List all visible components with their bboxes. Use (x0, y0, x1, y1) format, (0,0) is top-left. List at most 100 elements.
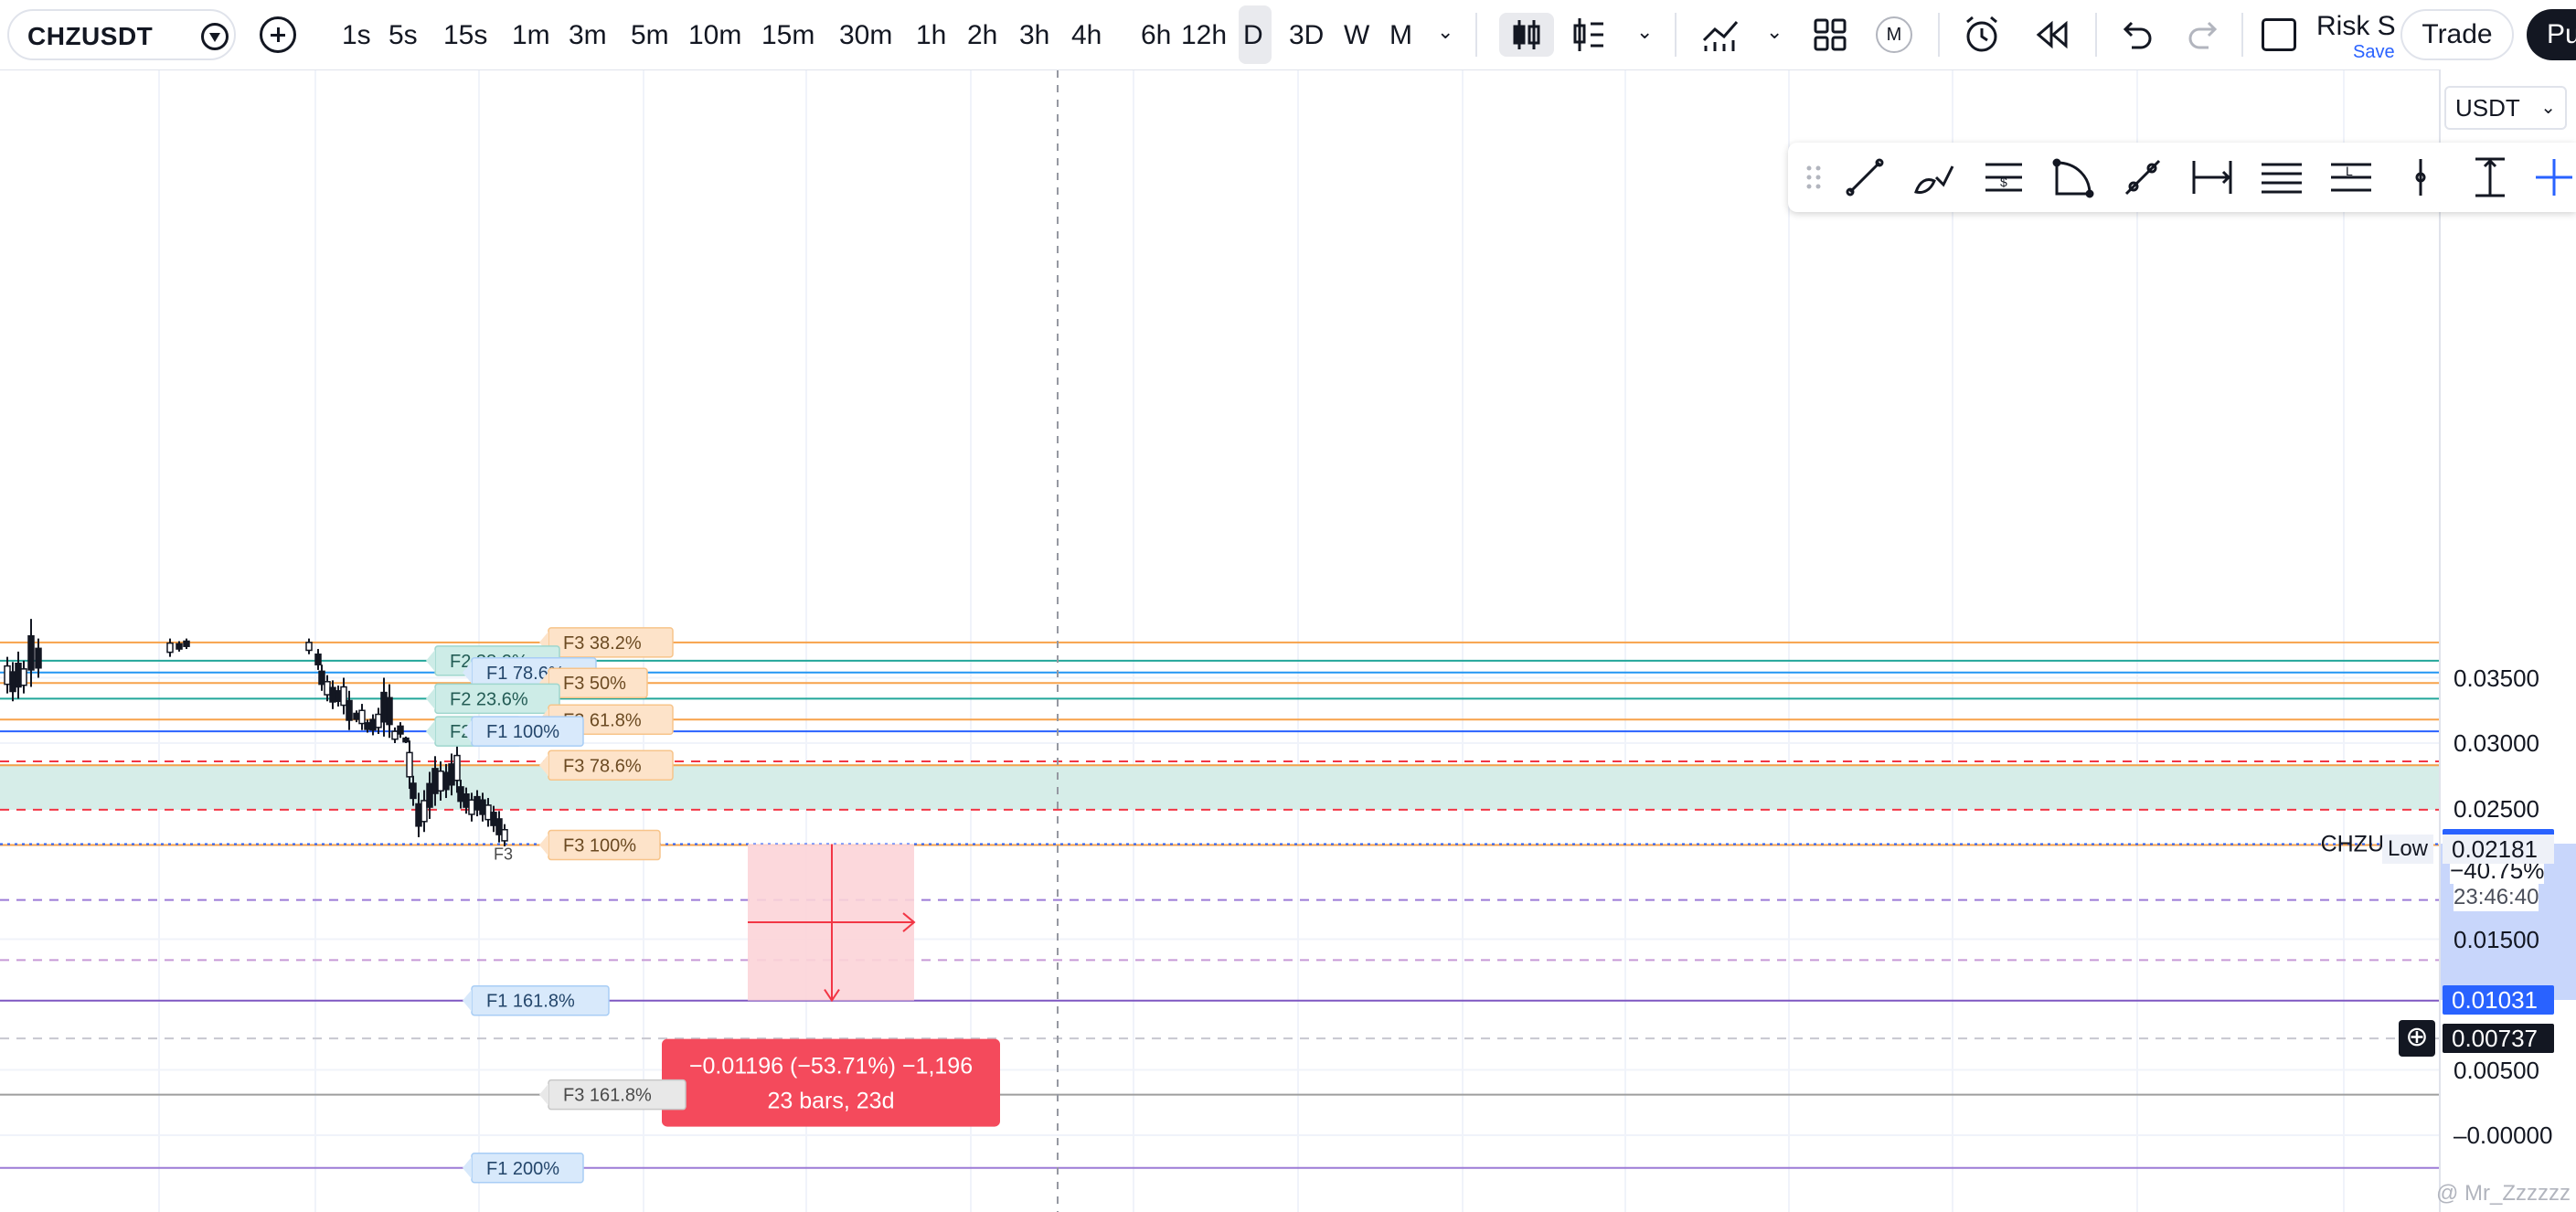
candle-body (340, 686, 347, 707)
fib-label-pointer (539, 834, 548, 856)
candle-body (20, 668, 27, 686)
measure-change-text: −0.01196 (−53.71%) −1,196 (689, 1054, 973, 1079)
candle-body (166, 642, 174, 654)
fib-label-text: F3 78.6% (563, 756, 642, 776)
candle-body (391, 730, 399, 740)
fib-label-text: F1 100% (486, 722, 559, 742)
save-link[interactable]: Save (2353, 42, 2395, 63)
price-tick-label: 0.00500 (2454, 1056, 2539, 1084)
indicator-badge[interactable]: M (1876, 16, 1912, 53)
timeframe-3h[interactable]: 3h (1019, 20, 1049, 51)
fib-label-text: F3 38.2% (563, 633, 642, 654)
candle-body (402, 737, 410, 743)
candle-body (495, 818, 503, 835)
alert-icon[interactable] (1960, 13, 2004, 57)
timeframe-1h[interactable]: 1h (916, 20, 946, 51)
candle-body (415, 803, 422, 827)
add-alert-plus-icon[interactable]: ⊕ (2399, 1019, 2435, 1057)
candle-marker-label: F3 (494, 845, 513, 864)
favorite-icon[interactable] (201, 23, 229, 50)
timeframe-1m[interactable]: 1m (512, 20, 550, 51)
candle-body (501, 828, 508, 842)
undo-icon[interactable] (2113, 13, 2157, 57)
date-range-icon[interactable] (2188, 154, 2236, 201)
chart-pane[interactable]: −0.01196 (−53.71%) −1,196 23 bars, 23d F3 … (0, 69, 2439, 1212)
timeframe-15m[interactable]: 15m (761, 20, 814, 51)
timeframe-m[interactable]: M (1389, 20, 1412, 51)
candle-body (484, 804, 492, 821)
chevron-down-icon[interactable]: ⌄ (1766, 22, 1783, 42)
timeframe-10m[interactable]: 10m (688, 20, 741, 51)
chevron-down-icon[interactable]: ⌄ (1437, 22, 1453, 42)
currency-select[interactable]: USDT ⌄ (2444, 86, 2567, 130)
risk-label[interactable]: Risk S (2316, 11, 2396, 42)
timeframe-6h[interactable]: 6h (1141, 20, 1171, 51)
crosshair-icon[interactable] (2530, 154, 2576, 201)
candle-body (176, 643, 183, 650)
brush-icon[interactable] (1911, 154, 1958, 201)
price-tick-label: –0.00000 (2454, 1122, 2553, 1149)
fib-label-text: F3 161.8% (563, 1086, 652, 1106)
price-tick-label: 0.01500 (2454, 925, 2539, 953)
parallel-lines-icon[interactable] (2258, 154, 2305, 201)
chevron-down-icon: ⌄ (2540, 98, 2556, 118)
timeframe-5s[interactable]: 5s (389, 20, 418, 51)
timeframe-3m[interactable]: 3m (569, 20, 607, 51)
candle-body (324, 681, 331, 696)
candle-body (479, 799, 486, 815)
ray-icon[interactable] (2119, 154, 2166, 201)
candle-body (305, 642, 313, 652)
chevron-down-icon[interactable]: ⌄ (1636, 22, 1653, 42)
timeframe-1s[interactable]: 1s (342, 20, 371, 51)
candle-body (386, 696, 393, 726)
vertical-line-icon[interactable] (2397, 154, 2444, 201)
divider (2095, 13, 2097, 57)
layouts-icon[interactable] (1808, 13, 1852, 57)
fib-label-pointer (463, 989, 472, 1012)
candle-body (437, 770, 444, 792)
publish-button[interactable]: Pu (2527, 9, 2576, 60)
drag-handle-icon[interactable] (1804, 154, 1823, 201)
timeframe-3d[interactable]: 3D (1289, 20, 1324, 51)
timeframe-30m[interactable]: 30m (839, 20, 892, 51)
long-position-icon[interactable]: L (2327, 154, 2375, 201)
replay-icon[interactable] (2031, 13, 2075, 57)
fib-label-pointer (426, 687, 435, 710)
symbol-search[interactable]: CHZUSDT (7, 9, 236, 60)
price-range-icon[interactable] (2466, 154, 2514, 201)
candles-icon[interactable] (1499, 13, 1554, 57)
drawing-toolbar: $ L (1788, 143, 2576, 212)
price-tick-label: 0.03000 (2454, 729, 2539, 757)
divider (1675, 13, 1677, 57)
timeframe-5m[interactable]: 5m (631, 20, 669, 51)
chart-canvas[interactable]: −0.01196 (−53.71%) −1,196 23 bars, 23d F3 … (0, 70, 2439, 1212)
candle-body (397, 725, 404, 735)
price-tick-label: 0.02500 (2454, 794, 2539, 823)
candle-body (468, 799, 475, 815)
candle-body (183, 640, 190, 647)
bar-countdown-label: 23:46:40 (2454, 883, 2539, 911)
trade-button[interactable]: Trade (2400, 9, 2514, 60)
fib-retracement-icon[interactable]: $ (1980, 154, 2028, 201)
candle-body (314, 654, 322, 665)
candle-body (4, 664, 11, 686)
candle-body (335, 690, 342, 702)
timeframe-2h[interactable]: 2h (967, 20, 997, 51)
arc-icon[interactable] (2049, 154, 2097, 201)
symbol-name[interactable]: CHZUSDT (27, 22, 153, 51)
price-tick-label: 0.03500 (2454, 664, 2539, 692)
candle-body (380, 691, 388, 723)
fullscreen-icon[interactable] (2262, 18, 2296, 51)
timeframe-12h[interactable]: 12h (1181, 20, 1227, 51)
timeframe-d[interactable]: D (1243, 20, 1263, 51)
timeframe-w[interactable]: W (1344, 20, 1369, 51)
indicators-icon[interactable] (1698, 13, 1742, 57)
timeframe-4h[interactable]: 4h (1071, 20, 1102, 51)
svg-text:L: L (2346, 164, 2353, 178)
bar-style-icon[interactable] (1567, 13, 1611, 57)
measure-low-badge: 0.01031 (2443, 984, 2554, 1015)
redo-icon[interactable] (2183, 13, 2227, 57)
add-symbol-icon[interactable] (260, 16, 296, 53)
timeframe-15s[interactable]: 15s (443, 20, 487, 51)
trend-line-icon[interactable] (1841, 154, 1889, 201)
